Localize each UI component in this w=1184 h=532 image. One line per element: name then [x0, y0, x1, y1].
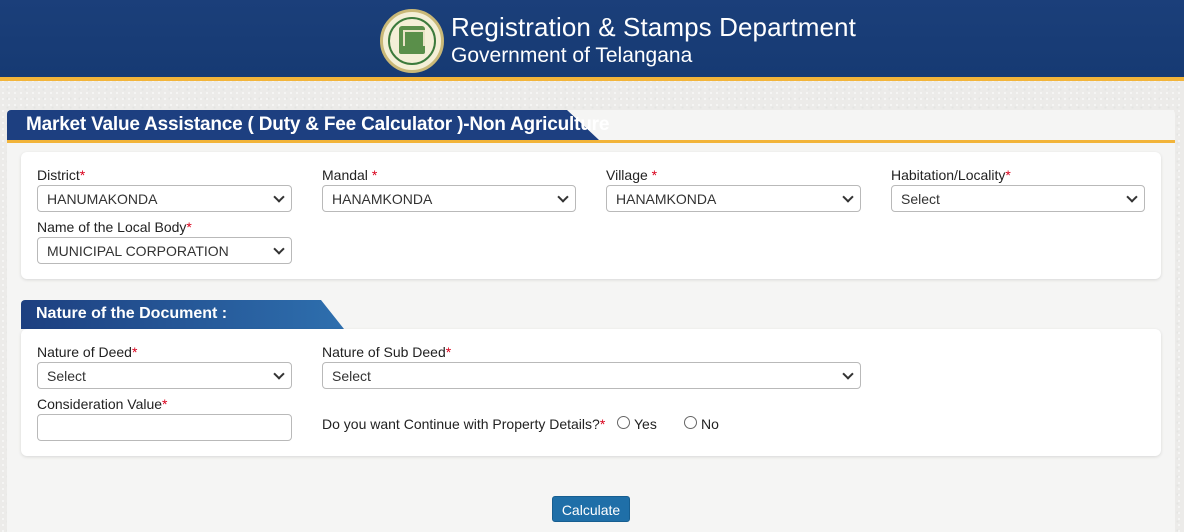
sub-deed-select[interactable]: Select [322, 362, 861, 389]
calculate-button[interactable]: Calculate [552, 496, 630, 522]
local-body-label: Name of the Local Body* [37, 219, 192, 235]
chevron-down-icon [274, 371, 284, 379]
chevron-down-icon [274, 194, 284, 202]
chevron-down-icon [843, 194, 853, 202]
panel-title: Market Value Assistance ( Duty & Fee Cal… [26, 114, 610, 135]
village-label: Village * [606, 167, 658, 183]
chevron-down-icon [558, 194, 568, 202]
village-select[interactable]: HANAMKONDA [606, 185, 861, 212]
mandal-label: Mandal * [322, 167, 378, 183]
no-radio-label: No [701, 416, 719, 432]
property-details-question: Do you want Continue with Property Detai… [322, 416, 606, 432]
chevron-down-icon [274, 246, 284, 254]
consideration-label: Consideration Value* [37, 396, 168, 412]
mandal-select[interactable]: HANAMKONDA [322, 185, 576, 212]
telangana-emblem-icon [380, 9, 444, 73]
yes-radio[interactable] [617, 416, 630, 429]
consideration-input[interactable] [37, 414, 292, 441]
header-title: Registration & Stamps Department [451, 12, 856, 42]
document-section-title: Nature of the Document : [36, 305, 228, 322]
chevron-down-icon [1127, 194, 1137, 202]
local-body-select[interactable]: MUNICIPAL CORPORATION [37, 237, 292, 264]
sub-deed-label: Nature of Sub Deed* [322, 344, 452, 360]
habitation-label: Habitation/Locality* [891, 167, 1011, 183]
yes-radio-label: Yes [634, 416, 657, 432]
header-subtitle: Government of Telangana [451, 44, 693, 67]
habitation-select[interactable]: Select [891, 185, 1145, 212]
no-radio[interactable] [684, 416, 697, 429]
header-banner: Registration & Stamps Department Governm… [0, 0, 1184, 81]
deed-label: Nature of Deed* [37, 344, 138, 360]
district-select[interactable]: HANUMAKONDA [37, 185, 292, 212]
panel-divider [7, 140, 1175, 143]
district-label: District* [37, 167, 86, 183]
chevron-down-icon [843, 371, 853, 379]
deed-select[interactable]: Select [37, 362, 292, 389]
